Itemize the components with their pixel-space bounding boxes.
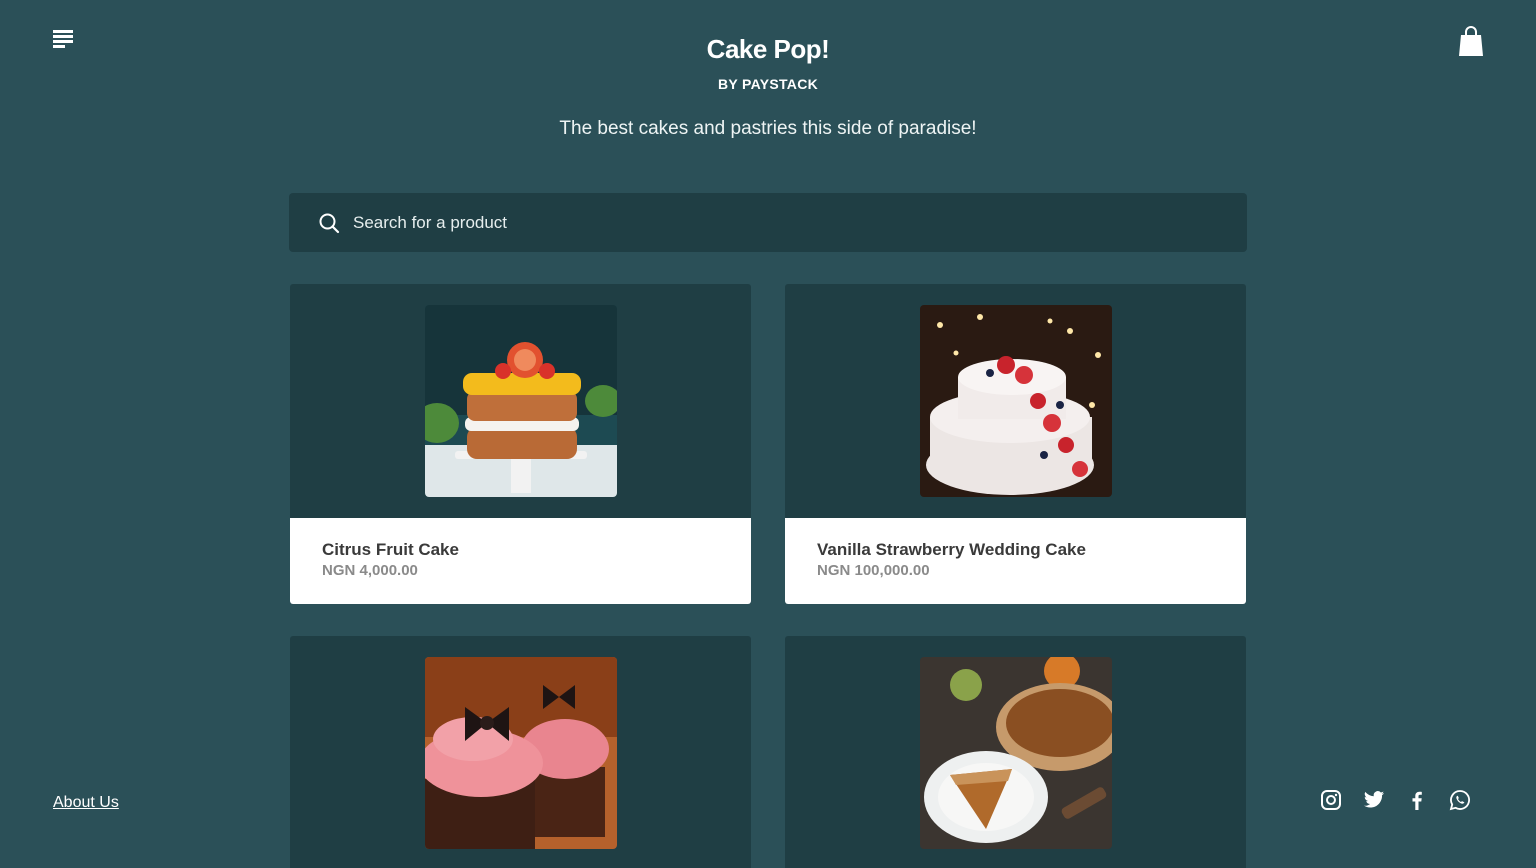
cupcake-photo [424, 657, 617, 849]
search-input[interactable] [351, 211, 1155, 234]
store-byline: BY PAYSTACK [717, 76, 819, 92]
about-us-link[interactable]: About Us [53, 794, 119, 812]
wedding-cake-photo [919, 305, 1112, 497]
store-tagline: The best cakes and pastries this side of… [559, 118, 977, 139]
product-card[interactable] [290, 636, 751, 868]
storefront-page: Cake Pop! BY PAYSTACK The best cakes and… [0, 0, 1536, 868]
product-card[interactable]: Citrus Fruit Cake NGN 4,000.00 [290, 284, 751, 604]
product-name: Citrus Fruit Cake [322, 540, 459, 559]
facebook-icon[interactable] [1406, 789, 1428, 811]
search-bar[interactable] [289, 193, 1247, 252]
product-price: NGN 4,000.00 [322, 562, 418, 579]
product-card[interactable] [785, 636, 1246, 868]
twitter-icon[interactable] [1363, 789, 1385, 811]
whatsapp-icon[interactable] [1449, 789, 1471, 811]
instagram-icon[interactable] [1320, 789, 1342, 811]
pie-photo [919, 657, 1112, 849]
citrus-cake-photo [424, 305, 617, 497]
product-price: NGN 100,000.00 [817, 562, 930, 579]
product-name: Vanilla Strawberry Wedding Cake [817, 540, 1086, 559]
store-name: Cake Pop! [706, 34, 830, 64]
social-links [1320, 789, 1471, 811]
product-card[interactable]: Vanilla Strawberry Wedding Cake NGN 100,… [785, 284, 1246, 604]
store-header: Cake Pop! BY PAYSTACK [0, 30, 1536, 100]
search-icon [318, 212, 340, 234]
